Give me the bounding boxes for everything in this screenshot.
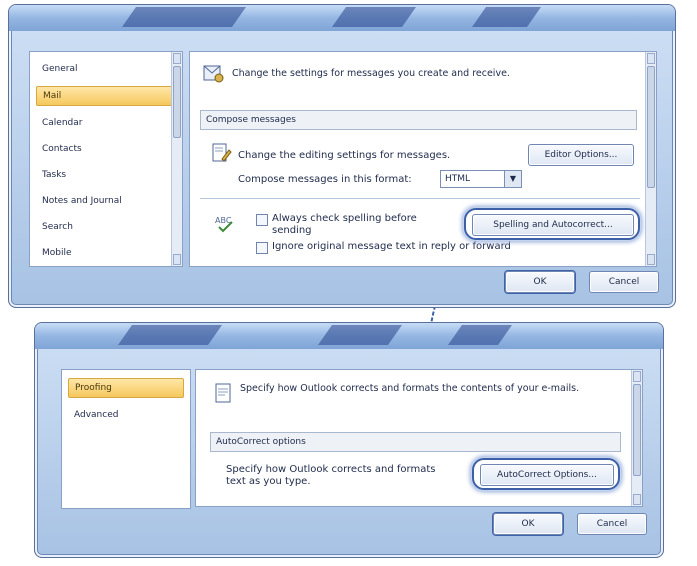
nav-item-mail[interactable]: Mail [36, 86, 176, 106]
title-bar [35, 323, 663, 349]
compose-format-label: Compose messages in this format: [238, 174, 412, 185]
ok-button[interactable]: OK [493, 513, 563, 535]
title-bar [9, 5, 675, 31]
editor-options-dialog-proofing: Proofing Advanced Specify how Outlook co… [34, 322, 664, 558]
spell-check-checkbox[interactable] [256, 214, 268, 226]
edit-document-icon [212, 143, 232, 162]
ignore-original-text-checkbox[interactable] [256, 242, 268, 254]
proofing-content-pane: Specify how Outlook corrects and formats… [195, 369, 643, 507]
proofing-scrollbar[interactable] [631, 370, 642, 506]
proofing-header-text: Specify how Outlook corrects and formats… [240, 383, 580, 394]
highlight-ring [464, 208, 640, 240]
options-content-pane: Change the settings for messages you cre… [189, 51, 657, 267]
nav-item-notes-journal[interactable]: Notes and Journal [36, 192, 176, 210]
autocorrect-text: Specify how Outlook corrects and formats… [226, 464, 436, 487]
nav-item-advanced[interactable]: Advanced [68, 406, 184, 424]
nav-item-proofing[interactable]: Proofing [68, 378, 184, 398]
mail-settings-icon [203, 65, 224, 83]
category-scrollbar[interactable] [171, 52, 182, 266]
nav-item-mobile[interactable]: Mobile [36, 244, 176, 262]
nav-item-search[interactable]: Search [36, 218, 176, 236]
compose-settings-text: Change the editing settings for messages… [238, 150, 451, 161]
editor-category-list: Proofing Advanced [61, 369, 191, 509]
word-options-dialog-mail: General Mail Calendar Contacts Tasks Not… [8, 4, 676, 308]
cancel-button[interactable]: Cancel [577, 513, 647, 535]
abc-spell-check-icon: ABC [215, 216, 233, 233]
page-header-text: Change the settings for messages you cre… [232, 68, 510, 79]
nav-item-tasks[interactable]: Tasks [36, 166, 176, 184]
message-format-value: HTML [445, 174, 471, 184]
spell-check-label: Always check spelling before sending [272, 213, 417, 236]
content-scrollbar[interactable] [645, 52, 656, 266]
nav-item-contacts[interactable]: Contacts [36, 140, 176, 158]
editor-options-button[interactable]: Editor Options... [528, 144, 634, 166]
message-format-select[interactable]: HTML ▼ [440, 170, 522, 188]
options-category-list: General Mail Calendar Contacts Tasks Not… [29, 51, 183, 267]
highlight-ring [472, 458, 620, 490]
section-compose-messages: Compose messages [200, 110, 637, 130]
chevron-down-icon[interactable]: ▼ [504, 171, 521, 187]
section-divider [200, 198, 640, 199]
ok-button[interactable]: OK [505, 271, 575, 293]
ignore-original-text-label: Ignore original message text in reply or… [272, 241, 511, 252]
nav-item-calendar[interactable]: Calendar [36, 114, 176, 132]
cancel-button[interactable]: Cancel [589, 271, 659, 293]
document-icon [215, 383, 231, 403]
nav-item-general[interactable]: General [36, 60, 176, 78]
section-autocorrect-options: AutoCorrect options [210, 432, 621, 452]
